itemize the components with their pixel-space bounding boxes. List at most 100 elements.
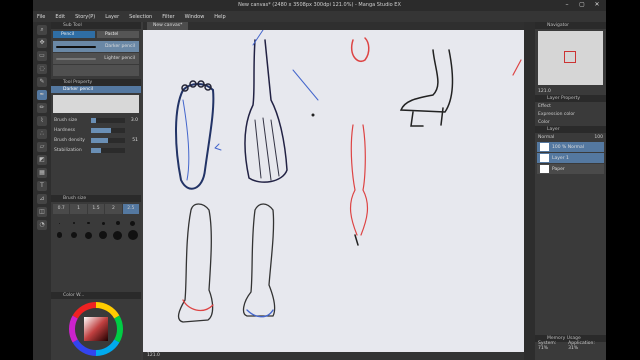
brush-size-dot[interactable] bbox=[53, 218, 66, 228]
eyedropper-icon[interactable]: ✎ bbox=[37, 77, 47, 87]
brush-stroke-preview bbox=[56, 58, 96, 60]
ruler-icon[interactable]: ⊿ bbox=[37, 194, 47, 204]
right-panel: Navigator 121.0 Layer Property Effect Ex… bbox=[535, 22, 606, 360]
pen-icon[interactable]: ✒ bbox=[37, 90, 47, 100]
tool-property-header: Tool Property bbox=[51, 79, 141, 86]
layer-name: 100 % Normal bbox=[552, 144, 585, 150]
layer-item[interactable]: Paper bbox=[537, 164, 604, 174]
brush-size-dot[interactable] bbox=[82, 230, 95, 240]
color-label[interactable]: Color bbox=[538, 120, 550, 125]
blend-row[interactable]: Normal 100 bbox=[535, 133, 606, 141]
brush-size-dot[interactable] bbox=[82, 218, 95, 228]
opacity-value[interactable]: 100 bbox=[594, 135, 603, 140]
brush-size-preset[interactable]: 1.5 bbox=[87, 204, 105, 214]
menu-filter[interactable]: Filter bbox=[162, 14, 174, 20]
brush-density-slider[interactable] bbox=[91, 137, 125, 143]
app-window: New canvas* (2480 x 3508px 300dpi 121.0%… bbox=[33, 0, 606, 360]
property-label: Brush size bbox=[54, 117, 78, 123]
layer-name: Layer 1 bbox=[552, 155, 569, 161]
brush-size-preset[interactable]: 0.7 bbox=[53, 204, 70, 214]
move-icon[interactable]: ✥ bbox=[37, 38, 47, 48]
expression-label: Expression color bbox=[538, 111, 575, 117]
layer-item[interactable]: Layer 1 bbox=[537, 153, 604, 163]
menu-edit[interactable]: Edit bbox=[55, 14, 65, 20]
brush-size-dots bbox=[51, 216, 141, 242]
balloon-icon[interactable]: ◔ bbox=[37, 220, 47, 230]
letterbox-right bbox=[606, 0, 640, 360]
brush-size-dot[interactable] bbox=[68, 218, 81, 228]
navigator-zoom-row[interactable]: 121.0 bbox=[535, 87, 606, 95]
brush-size-dot[interactable] bbox=[112, 218, 125, 228]
stabilization-slider[interactable] bbox=[91, 147, 125, 153]
memory-row: System: 71% Application: 31% bbox=[535, 341, 606, 351]
property-row-brush-density[interactable]: Brush density 51 bbox=[51, 135, 141, 145]
layer-empty-area bbox=[535, 175, 606, 335]
blend-mode[interactable]: Normal bbox=[538, 135, 554, 140]
menu-story[interactable]: Story(P) bbox=[75, 14, 95, 20]
text-icon[interactable]: T bbox=[37, 181, 47, 191]
window-title: New canvas* (2480 x 3508px 300dpi 121.0%… bbox=[238, 2, 401, 8]
minimize-button[interactable]: – bbox=[560, 1, 574, 9]
brush-size-dot[interactable] bbox=[68, 230, 81, 240]
tab-pastel[interactable]: Pastel bbox=[97, 31, 139, 38]
brush-size-dot[interactable] bbox=[126, 218, 139, 228]
brush-size-dot[interactable] bbox=[126, 230, 139, 240]
brush-size-preset[interactable]: 2.5 bbox=[122, 204, 139, 214]
pencil-icon[interactable]: ✏ bbox=[37, 103, 47, 113]
property-value: 51 bbox=[132, 137, 138, 143]
hardness-slider[interactable] bbox=[91, 127, 125, 133]
property-row-brush-size[interactable]: Brush size 3.0 bbox=[51, 115, 141, 125]
lasso-icon[interactable]: ◌ bbox=[37, 64, 47, 74]
brush-size-preset[interactable]: 1 bbox=[70, 204, 87, 214]
expression-row: Expression color bbox=[535, 110, 606, 118]
property-row-hardness[interactable]: Hardness bbox=[51, 125, 141, 135]
canvas[interactable] bbox=[143, 30, 527, 360]
brush-size-dot[interactable] bbox=[97, 218, 110, 228]
select-icon[interactable]: ▭ bbox=[37, 51, 47, 61]
brush-name: Darker pencil bbox=[104, 44, 135, 49]
canvas-tab[interactable]: New canvas* bbox=[147, 22, 189, 30]
color-row[interactable]: Color bbox=[535, 118, 606, 126]
brush-icon[interactable]: ⌇ bbox=[37, 116, 47, 126]
maximize-button[interactable]: ▢ bbox=[575, 1, 589, 9]
property-row-stabilization[interactable]: Stabilization bbox=[51, 145, 141, 155]
menu-selection[interactable]: Selection bbox=[129, 14, 152, 20]
gradient-icon[interactable]: ▦ bbox=[37, 168, 47, 178]
saturation-square[interactable] bbox=[84, 317, 108, 341]
navigator-preview[interactable] bbox=[538, 31, 603, 85]
navigator-zoom: 121.0 bbox=[538, 88, 551, 94]
menu-bar: File Edit Story(P) Layer Selection Filte… bbox=[33, 11, 606, 22]
brush-size-dot[interactable] bbox=[112, 230, 125, 240]
brush-size-header: Brush size bbox=[51, 195, 141, 202]
color-wheel[interactable] bbox=[51, 299, 141, 359]
brush-size-preset[interactable]: 2 bbox=[105, 204, 122, 214]
navigator-header: Navigator bbox=[535, 22, 606, 29]
menu-layer[interactable]: Layer bbox=[105, 14, 119, 20]
close-button[interactable]: ✕ bbox=[590, 1, 604, 9]
brush-size-dot[interactable] bbox=[97, 230, 110, 240]
canvas-tab-bar: New canvas* bbox=[143, 22, 527, 30]
eraser-icon[interactable]: ▱ bbox=[37, 142, 47, 152]
property-label: Brush density bbox=[54, 137, 85, 143]
brush-stroke-preview bbox=[56, 46, 96, 48]
tab-pencil[interactable]: Pencil bbox=[53, 31, 95, 38]
layer-item[interactable]: 100 % Normal bbox=[537, 142, 604, 152]
color-wheel-panel: Color W... bbox=[51, 292, 141, 360]
airbrush-icon[interactable]: ∴ bbox=[37, 129, 47, 139]
menu-window[interactable]: Window bbox=[185, 14, 205, 20]
brush-item-lighter-pencil[interactable]: Lighter pencil bbox=[53, 53, 139, 64]
brush-size-slider[interactable] bbox=[91, 117, 125, 123]
zoom-icon[interactable]: ⌕ bbox=[37, 25, 47, 35]
menu-file[interactable]: File bbox=[37, 14, 45, 20]
property-value: 3.0 bbox=[130, 117, 138, 123]
color-wheel-header: Color W... bbox=[51, 292, 141, 299]
brush-item-empty[interactable] bbox=[53, 65, 139, 76]
navigator-viewport[interactable] bbox=[564, 51, 576, 63]
status-bar: 121.0 bbox=[143, 352, 537, 360]
status-zoom: 121.0 bbox=[147, 353, 160, 358]
menu-help[interactable]: Help bbox=[214, 14, 225, 20]
brush-size-dot[interactable] bbox=[53, 230, 66, 240]
frame-icon[interactable]: ◫ bbox=[37, 207, 47, 217]
brush-item-darker-pencil[interactable]: Darker pencil bbox=[53, 41, 139, 52]
fill-icon[interactable]: ◩ bbox=[37, 155, 47, 165]
